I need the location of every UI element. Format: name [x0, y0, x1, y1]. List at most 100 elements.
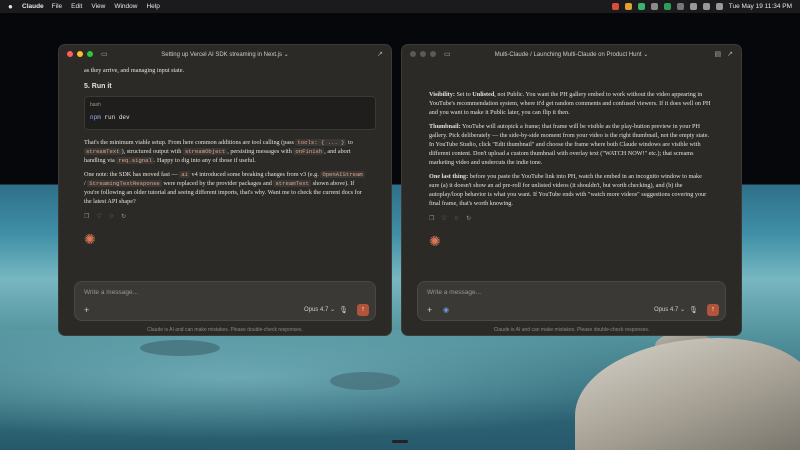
inline-code: onFinish [293, 148, 325, 156]
project-tool-icon[interactable]: ◉ [443, 306, 449, 314]
chevron-down-icon[interactable]: ⌄ [643, 52, 648, 58]
thumbs-down-icon[interactable]: ♢ [109, 213, 114, 222]
code-content[interactable]: npm run dev [90, 114, 130, 121]
text: One note: the SDK has moved fast — [84, 171, 180, 179]
disclaimer: Claude is AI and can make mistakes. Plea… [147, 327, 303, 333]
menu-help[interactable]: Help [146, 3, 159, 10]
bold-label: Visibility: [429, 91, 455, 98]
window-titlebar[interactable]: ▭ Setting up Vercel AI SDK streaming in … [59, 45, 391, 63]
tray-app-icon[interactable] [663, 3, 671, 10]
wallpaper-rock [330, 372, 400, 390]
text: . Happy to dig into any of those if usef… [153, 157, 256, 165]
menu-datetime[interactable]: Tue May 19 11:34 PM [729, 3, 792, 10]
text: , persisting messages with [227, 148, 294, 156]
minimize-window-icon[interactable] [77, 51, 83, 57]
bold-text: Unlisted [472, 91, 495, 98]
chevron-down-icon[interactable]: ⌄ [284, 52, 289, 58]
code-language: bash [90, 102, 101, 109]
text: That's the minimum viable setup. From he… [84, 139, 296, 147]
menu-window[interactable]: Window [114, 3, 137, 10]
tray-app-icon[interactable] [637, 3, 645, 10]
model-name: Opus 4.7 [303, 307, 329, 313]
share-icon[interactable]: ↗ [727, 50, 733, 58]
code-block: bash npm run dev [84, 96, 376, 131]
inline-code: tools: { ... } [295, 139, 347, 147]
message-paragraph: That's the minimum viable setup. From he… [84, 139, 367, 166]
microphone-icon[interactable]: 🎙 [339, 306, 348, 314]
battery-icon[interactable] [676, 3, 684, 10]
text: ), structured output with [121, 148, 183, 156]
breadcrumb-separator: / [530, 51, 532, 58]
window-titlebar[interactable]: ▭ Multi-Claude / Launching Multi-Claude … [402, 45, 741, 63]
tray-app-icon[interactable] [650, 3, 658, 10]
bold-label: One last thing: [429, 172, 469, 180]
claude-window-right: ▭ Multi-Claude / Launching Multi-Claude … [401, 44, 742, 336]
section-heading: 5. Run it [84, 82, 112, 90]
message-composer[interactable]: Write a message... + Opus 4.7 ⌄ 🎙 ↑ [74, 281, 376, 321]
add-attachment-icon[interactable]: + [427, 305, 432, 315]
menu-file[interactable]: File [52, 3, 62, 10]
tray-app-icon[interactable] [624, 3, 632, 10]
menu-extras: Tue May 19 11:34 PM [611, 3, 792, 10]
inline-code: streamObject [182, 148, 228, 156]
document-icon[interactable]: ▤ [715, 50, 722, 58]
inline-code: streamText [84, 148, 122, 156]
send-button[interactable]: ↑ [357, 304, 369, 316]
copy-icon[interactable]: ❐ [429, 215, 434, 224]
text: YouTube will autopick a frame; that fram… [429, 122, 710, 166]
zoom-window-icon[interactable] [87, 51, 93, 57]
sidebar-toggle-icon[interactable]: ▭ [101, 50, 108, 58]
message-paragraph: Visibility: Set to Unlisted, not Public.… [429, 91, 711, 118]
claude-window-left: ▭ Setting up Vercel AI SDK streaming in … [58, 44, 392, 336]
control-center-icon[interactable] [715, 3, 723, 10]
message-composer[interactable]: Write a message... + ◉ Opus 4.7 ⌄ 🎙 ↑ [417, 281, 726, 321]
close-window-icon[interactable] [67, 51, 73, 57]
sidebar-toggle-icon[interactable]: ▭ [444, 50, 451, 58]
add-attachment-icon[interactable]: + [84, 305, 89, 315]
breadcrumb-project[interactable]: Multi-Claude [495, 52, 529, 58]
retry-icon[interactable]: ↻ [121, 213, 126, 222]
model-selector[interactable]: Opus 4.7 ⌄ [654, 306, 685, 313]
apple-logo-icon[interactable]: ● [8, 2, 16, 11]
copy-icon[interactable]: ❐ [84, 213, 89, 222]
message-paragraph: Thumbnail: YouTube will autopick a frame… [429, 123, 711, 168]
disclaimer: Claude is AI and can make mistakes. Plea… [493, 327, 650, 333]
message-text: as they arrive, and managing input state… [84, 67, 185, 74]
code-args: run dev [100, 114, 130, 122]
message-thread: as they arrive, and managing input state… [59, 63, 391, 281]
tray-app-icon[interactable] [611, 3, 619, 10]
text: v4 introduced some breaking changes from… [189, 171, 321, 179]
menu-app-name[interactable]: Claude [22, 3, 44, 10]
share-icon[interactable]: ↗ [377, 50, 383, 58]
text: before you paste the YouTube link into P… [429, 172, 707, 207]
message-thread: Visibility: Set to Unlisted, not Public.… [402, 63, 741, 281]
wallpaper-rock [140, 340, 220, 356]
search-icon[interactable] [702, 3, 710, 10]
inline-code: ai [179, 171, 190, 179]
conversation-title[interactable]: Setting up Vercel AI SDK streaming in Ne… [161, 52, 282, 58]
zoom-window-icon[interactable] [430, 51, 436, 57]
text: Set to [454, 91, 473, 98]
minimize-window-icon[interactable] [420, 51, 426, 57]
dock-indicator[interactable] [392, 440, 408, 443]
text: to [346, 139, 353, 147]
menu-view[interactable]: View [91, 3, 105, 10]
message-input[interactable]: Write a message... [84, 289, 138, 296]
close-window-icon[interactable] [410, 51, 416, 57]
retry-icon[interactable]: ↻ [466, 215, 471, 224]
thumbs-up-icon[interactable]: ♡ [96, 213, 101, 222]
menu-edit[interactable]: Edit [71, 3, 82, 10]
microphone-icon[interactable]: 🎙 [689, 306, 698, 314]
send-button[interactable]: ↑ [707, 304, 719, 316]
wifi-icon[interactable] [689, 3, 697, 10]
thumbs-down-icon[interactable]: ♢ [454, 215, 459, 224]
thumbs-up-icon[interactable]: ♡ [441, 215, 446, 224]
inline-code: OpenAIStream [320, 171, 365, 179]
message-input[interactable]: Write a message... [427, 289, 481, 296]
inline-code: StreamingTextResponse [87, 180, 162, 188]
code-command: npm [90, 114, 101, 122]
claude-spark-icon: ✺ [84, 232, 96, 248]
inline-code: streamText [273, 180, 312, 188]
model-selector[interactable]: Opus 4.7 ⌄ [304, 306, 335, 313]
conversation-title[interactable]: Launching Multi-Claude on Product Hunt [533, 52, 641, 58]
